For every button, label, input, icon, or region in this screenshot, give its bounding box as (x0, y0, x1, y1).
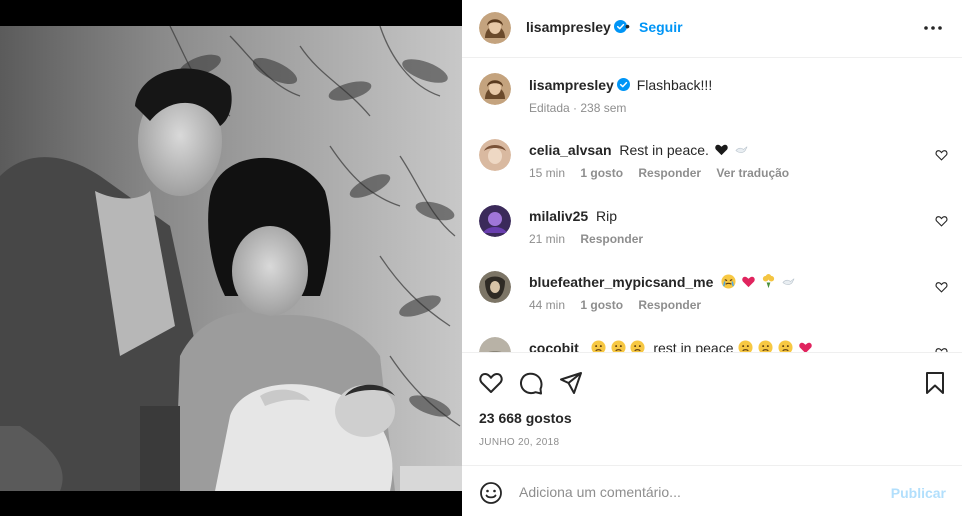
author-avatar[interactable] (479, 12, 511, 44)
separator-dot: • (625, 18, 630, 34)
sad-face-icon (778, 340, 793, 352)
reply-button[interactable]: Responder (580, 232, 643, 246)
publish-button[interactable]: Publicar (891, 485, 946, 501)
more-icon[interactable] (922, 18, 944, 38)
follow-button[interactable]: Seguir (639, 19, 683, 35)
commenter-avatar[interactable] (479, 271, 511, 303)
comment-like-heart-icon[interactable] (935, 215, 948, 227)
verified-icon (616, 78, 630, 91)
comment-like-heart-icon[interactable] (935, 281, 948, 293)
comment-item: milaliv25 Rip 21 min Responder (462, 205, 962, 257)
comment-likes[interactable]: 1 gosto (580, 298, 623, 312)
comment-username[interactable]: cocobit (529, 340, 579, 352)
post-media-panel (0, 0, 462, 516)
comment-item: celia_alvsan Rest in peace. 15 min 1 gos… (462, 139, 962, 191)
comment-item: cocobit rest in peace (462, 337, 962, 352)
comment-time: 21 min (529, 232, 566, 246)
sad-face-icon (738, 340, 753, 352)
comment-input[interactable] (519, 481, 879, 503)
crying-face-icon (721, 274, 736, 289)
comment-likes[interactable]: 1 gosto (580, 166, 623, 180)
comment-text: rest in peace (653, 340, 734, 352)
reply-button[interactable]: Responder (638, 298, 701, 312)
sad-face-icon (591, 340, 606, 352)
comment-username[interactable]: bluefeather_mypicsand_me (529, 274, 713, 290)
post-actions: 23 668 gostos JUNHO 20, 2018 (462, 352, 962, 465)
comment-text: Rest in peace. (619, 142, 709, 158)
commenter-avatar[interactable] (479, 205, 511, 237)
dove-icon (735, 146, 748, 153)
commenter-avatar[interactable] (479, 139, 511, 171)
comment-time: 44 min (529, 298, 566, 312)
comments-list[interactable]: lisampresley Flashback!!! Editada · 238 … (462, 59, 962, 352)
comment-like-heart-icon[interactable] (935, 149, 948, 161)
post-photo[interactable] (0, 26, 462, 491)
sad-face-icon (758, 340, 773, 352)
comment-text: Rip (596, 208, 618, 224)
see-translation-button[interactable]: Ver tradução (716, 166, 789, 180)
bouquet-icon (762, 274, 775, 289)
red-heart-icon (799, 342, 812, 352)
comment-item: bluefeather_mypicsand_me 44 min 1 gosto … (462, 271, 962, 323)
comment-time: 15 min (529, 166, 566, 180)
sad-face-icon (611, 340, 626, 352)
likes-count[interactable]: 23 668 gostos (479, 410, 572, 426)
post-date[interactable]: JUNHO 20, 2018 (479, 437, 559, 448)
post-header: lisampresley • Seguir (462, 0, 962, 58)
black-heart-icon (715, 144, 728, 156)
reply-button[interactable]: Responder (638, 166, 701, 180)
heart-icon[interactable] (478, 370, 504, 396)
sad-face-icon (630, 340, 645, 352)
caption-text: Flashback!!! (636, 77, 713, 93)
author-avatar[interactable] (479, 73, 511, 105)
comment-username[interactable]: celia_alvsan (529, 142, 612, 158)
caption-username[interactable]: lisampresley (529, 77, 614, 93)
comment-username[interactable]: milaliv25 (529, 208, 588, 224)
comment-composer: Publicar (462, 465, 962, 516)
post-caption: lisampresley Flashback!!! Editada · 238 … (462, 73, 962, 123)
author-username[interactable]: lisampresley (526, 19, 627, 35)
dove-icon (782, 278, 795, 285)
comment-icon[interactable] (518, 370, 544, 396)
emoji-icon[interactable] (479, 481, 503, 505)
share-icon[interactable] (558, 370, 584, 396)
caption-meta: Editada · 238 sem (529, 101, 627, 115)
bookmark-icon[interactable] (922, 370, 948, 396)
post-details-panel: lisampresley • Seguir lisampresley Flash… (462, 0, 962, 516)
commenter-avatar[interactable] (479, 337, 511, 352)
red-heart-icon (742, 276, 755, 288)
